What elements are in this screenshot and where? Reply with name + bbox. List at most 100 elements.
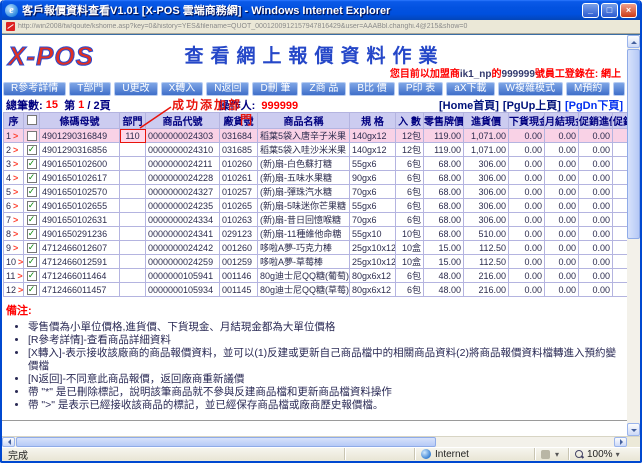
cell-cash: 0.00 — [508, 226, 545, 241]
cell-cash: 0.00 — [508, 128, 545, 143]
cell-name: (新)扇-彈珠汽水糖 — [257, 184, 350, 199]
cell-qty: 12包 — [395, 142, 424, 157]
minimize-button[interactable]: _ — [582, 2, 599, 18]
horizontal-scroll-track[interactable] — [437, 437, 614, 447]
col-header-0: 序 — [3, 112, 24, 129]
toolbar-button-11[interactable]: W複雜模式 — [497, 82, 563, 96]
row-checkbox[interactable]: ✓ — [26, 228, 37, 239]
row-checkbox[interactable]: ✓ — [26, 186, 37, 197]
quote-table: 序條碼母號部門商品代號廠貨號商品名稱規 格入 數零售牌價進貨價下貨現金月結現金促… — [3, 112, 627, 297]
operator-label: 操作人: — [218, 99, 256, 112]
scroll-up-button[interactable] — [627, 35, 640, 48]
col-header-3: 部門 — [119, 112, 146, 129]
cell-promo2 — [612, 198, 627, 213]
nav-Home首頁[interactable]: [Home首頁] — [439, 97, 499, 113]
cell-retail: 68.00 — [423, 198, 464, 213]
cell-cost: 306.00 — [463, 156, 509, 171]
select-all-checkbox[interactable] — [26, 115, 37, 126]
toolbar-button-5[interactable]: N返回 — [206, 82, 250, 96]
cell-promo: 0.00 — [578, 282, 613, 297]
page-error-icon — [6, 22, 15, 31]
cell-no: 10 > — [3, 254, 24, 269]
row-checkbox[interactable]: ✓ — [26, 214, 37, 225]
cell-dept — [119, 212, 146, 227]
cell-promo2 — [612, 254, 627, 269]
vertical-scroll-thumb[interactable] — [627, 49, 640, 239]
protection-caret-icon: ▾ — [555, 449, 560, 459]
note-item-1: 零售價為小單位價格,進貨價、下貨現金、月結現金都為大單位價格 — [28, 321, 623, 334]
cell-barcode: 4901650102631 — [39, 212, 120, 227]
cell-qty: 6包 — [395, 156, 424, 171]
row-checkbox[interactable]: ✓ — [26, 172, 37, 183]
cell-vendor: 001146 — [219, 268, 258, 283]
cell-code: 0000000024303 — [145, 128, 220, 143]
nav-PgUp上頁[interactable]: [PgUp上頁] — [503, 97, 561, 113]
toolbar-button-1[interactable]: R參考詳情 — [3, 82, 67, 96]
col-header-10: 進貨價 — [463, 112, 509, 129]
toolbar-button-10[interactable]: aX下載 — [446, 82, 495, 96]
cell-barcode: 4901650102617 — [39, 170, 120, 185]
row-checkbox[interactable]: ✓ — [26, 158, 37, 169]
scroll-left-button[interactable] — [2, 437, 15, 447]
nav-PgDn下頁[interactable]: [PgDn下頁] — [565, 97, 623, 113]
cell-checkbox: ✓ — [23, 198, 40, 213]
toolbar-button-3[interactable]: U更改 — [114, 82, 158, 96]
toolbar-button-8[interactable]: B比 價 — [349, 82, 395, 96]
toolbar-button-4[interactable]: X轉入 — [160, 82, 204, 96]
col-header-4: 商品代號 — [145, 112, 220, 129]
row-checkbox[interactable]: ✓ — [26, 256, 37, 267]
cell-promo2 — [612, 184, 627, 199]
maximize-button[interactable]: □ — [601, 2, 618, 18]
cell-no: 2 > — [3, 142, 24, 157]
cell-promo: 0.00 — [578, 240, 613, 255]
cell-no: 7 > — [3, 212, 24, 227]
row-checkbox[interactable]: ✓ — [26, 242, 37, 253]
row-checkbox[interactable]: ✓ — [26, 200, 37, 211]
vertical-scroll-track[interactable] — [627, 240, 640, 423]
operator-id: 999999 — [261, 99, 299, 112]
cell-retail: 119.00 — [423, 142, 464, 157]
horizontal-scroll-thumb[interactable] — [16, 437, 436, 447]
scroll-down-button[interactable] — [627, 423, 640, 436]
toolbar-button-partial[interactable] — [613, 82, 626, 96]
close-button[interactable]: × — [620, 2, 637, 18]
zoom-control[interactable]: 100% ▾ — [568, 448, 640, 460]
notes-list: 零售價為小單位價格,進貨價、下貨現金、月結現金都為大單位價格[R參考詳情]-查看… — [28, 321, 623, 412]
cell-retail: 68.00 — [423, 156, 464, 171]
row-checkbox[interactable]: ✓ — [26, 144, 37, 155]
col-header-2: 條碼母號 — [39, 112, 120, 129]
scroll-right-button[interactable] — [614, 437, 627, 447]
cell-checkbox — [23, 128, 40, 143]
cell-monthly: 0.00 — [544, 198, 579, 213]
table-row: 2 > ✓ 4901290316856 0000000024310 031685 稻葉5袋入… — [3, 142, 627, 157]
toolbar-button-9[interactable]: P印 表 — [397, 82, 444, 96]
status-text: 完成 — [8, 450, 28, 462]
status-spacer — [344, 448, 414, 460]
received-marker: > — [13, 172, 19, 183]
cell-promo2 — [612, 226, 627, 241]
note-item-3: [X轉入]-表示接收該廠商的商品報價資料，並可以(1)反建或更新自己商品檔中的相… — [28, 347, 623, 373]
page-number: 1 — [78, 98, 85, 111]
protection-icon — [541, 449, 550, 459]
browser-window: e 客戶報價資料查看V1.01 [X-POS 雲端商務網] - Windows … — [0, 0, 642, 463]
horizontal-scrollbar[interactable] — [2, 436, 640, 447]
cell-spec: 140gx12 — [349, 142, 396, 157]
cell-monthly: 0.00 — [544, 128, 579, 143]
toolbar-button-12[interactable]: M預約 — [565, 82, 611, 96]
cell-cost: 216.00 — [463, 282, 509, 297]
toolbar-button-7[interactable]: Z商 品 — [301, 82, 347, 96]
address-url[interactable]: http://win2008/tw/qoute/kshome.asp?key=0… — [18, 23, 636, 30]
toolbar-button-6[interactable]: D刪 筆 — [252, 82, 299, 96]
cell-barcode: 4712466012607 — [39, 240, 120, 255]
protection-section[interactable]: ▾ — [534, 448, 568, 460]
cell-code: 0000000024211 — [145, 156, 220, 171]
vertical-scrollbar[interactable] — [627, 35, 640, 436]
login-prefix: 您目前以加盟商 — [389, 69, 460, 80]
cell-name: 80g迪士尼QQ糖(草莓) — [257, 282, 350, 297]
login-suffix: 號員工登錄在: — [534, 69, 601, 80]
row-checkbox[interactable]: ✓ — [26, 284, 37, 295]
cell-name: (新)扇-11種維他命糖 — [257, 226, 350, 241]
row-checkbox[interactable]: ✓ — [26, 270, 37, 281]
toolbar-button-2[interactable]: T部門 — [69, 82, 112, 96]
row-checkbox[interactable] — [26, 130, 37, 141]
